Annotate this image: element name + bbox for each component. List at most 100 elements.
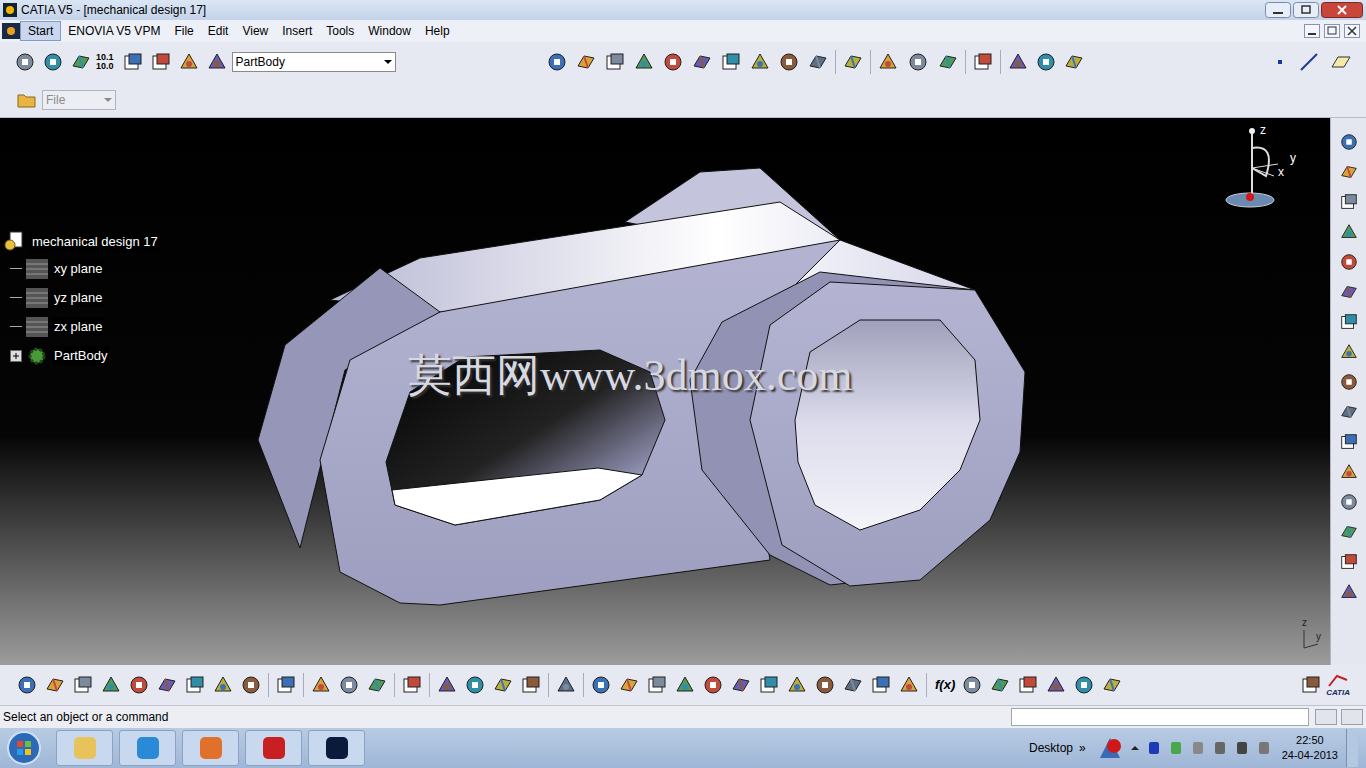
part-design-tool-icon[interactable] bbox=[1339, 522, 1359, 542]
standard-tool-icon[interactable] bbox=[44, 674, 66, 696]
menu-item[interactable]: File bbox=[167, 21, 200, 41]
part-feature-icon[interactable] bbox=[662, 51, 684, 73]
transform-icon[interactable] bbox=[972, 51, 994, 73]
tray-icon[interactable] bbox=[1146, 740, 1162, 756]
taskbar-app[interactable] bbox=[182, 730, 239, 766]
apply-material-icon[interactable] bbox=[555, 674, 577, 696]
tree-item[interactable]: PartBody bbox=[2, 341, 160, 370]
view-tool-icon[interactable] bbox=[674, 674, 696, 696]
menu-item[interactable]: Help bbox=[418, 21, 457, 41]
knowledge-tool-icon[interactable] bbox=[989, 674, 1011, 696]
update-icon[interactable] bbox=[275, 674, 297, 696]
taskbar-app[interactable] bbox=[245, 730, 302, 766]
view-tool-icon[interactable] bbox=[758, 674, 780, 696]
view-tool-icon[interactable] bbox=[898, 674, 920, 696]
units-icon[interactable]: 10.110.0 bbox=[96, 53, 114, 71]
tray-icon[interactable] bbox=[1234, 740, 1250, 756]
part-feature-icon[interactable] bbox=[575, 51, 597, 73]
standard-tool-icon[interactable] bbox=[184, 674, 206, 696]
render-icon[interactable] bbox=[492, 674, 514, 696]
view-tool-icon[interactable] bbox=[870, 674, 892, 696]
part-design-tool-icon[interactable] bbox=[1339, 222, 1359, 242]
status-button-icon[interactable] bbox=[1315, 709, 1337, 725]
pattern-icon[interactable] bbox=[907, 51, 929, 73]
part-design-tool-icon[interactable] bbox=[1339, 432, 1359, 452]
compass-icon[interactable] bbox=[1220, 124, 1306, 212]
analysis-icon[interactable] bbox=[1063, 51, 1085, 73]
clock[interactable]: 22:5024-04-2013 bbox=[1282, 733, 1338, 763]
standard-tool-icon[interactable] bbox=[100, 674, 122, 696]
maximize-icon[interactable] bbox=[1293, 2, 1319, 18]
part-design-tool-icon[interactable] bbox=[1339, 402, 1359, 422]
document-control-icon[interactable] bbox=[1324, 24, 1340, 38]
menu-item[interactable]: Start bbox=[20, 21, 61, 41]
view-tool-icon[interactable] bbox=[618, 674, 640, 696]
part-design-tool-icon[interactable] bbox=[1339, 342, 1359, 362]
view-tool-icon[interactable] bbox=[730, 674, 752, 696]
knowledge-tool-icon[interactable] bbox=[1017, 674, 1039, 696]
tray-icon[interactable] bbox=[1190, 740, 1206, 756]
start-orb-icon[interactable] bbox=[4, 729, 44, 767]
render-icon[interactable] bbox=[436, 674, 458, 696]
part-feature-icon[interactable] bbox=[691, 51, 713, 73]
standard-tool-icon[interactable] bbox=[156, 674, 178, 696]
view-tool-icon[interactable] bbox=[786, 674, 808, 696]
knowledge-tool-icon[interactable] bbox=[1073, 674, 1095, 696]
body-icon[interactable] bbox=[206, 51, 228, 73]
point-icon[interactable] bbox=[1272, 54, 1288, 70]
plane-icon[interactable] bbox=[1330, 51, 1352, 73]
view-tool-icon[interactable] bbox=[590, 674, 612, 696]
knowledge-tool-icon[interactable] bbox=[1101, 674, 1123, 696]
standard-tool-icon[interactable] bbox=[72, 674, 94, 696]
knowledge-tool-icon[interactable] bbox=[1045, 674, 1067, 696]
render-icon[interactable] bbox=[520, 674, 542, 696]
part-design-tool-icon[interactable] bbox=[1339, 252, 1359, 272]
tray-icon[interactable] bbox=[1168, 740, 1184, 756]
standard-tool-icon[interactable] bbox=[212, 674, 234, 696]
part-design-tool-icon[interactable] bbox=[1339, 192, 1359, 212]
action-center-icon[interactable] bbox=[1096, 734, 1124, 762]
expand-icon[interactable] bbox=[10, 350, 22, 362]
constraint-icon[interactable] bbox=[150, 51, 172, 73]
camera-icon[interactable] bbox=[401, 674, 423, 696]
menu-item[interactable]: View bbox=[235, 21, 275, 41]
document-control-icon[interactable] bbox=[1304, 24, 1320, 38]
view-tool-icon[interactable] bbox=[814, 674, 836, 696]
view-tool-icon[interactable] bbox=[702, 674, 724, 696]
part-feature-icon[interactable] bbox=[749, 51, 771, 73]
close-icon[interactable] bbox=[1321, 2, 1363, 18]
taskbar-app[interactable] bbox=[119, 730, 176, 766]
part-design-tool-icon[interactable] bbox=[1339, 552, 1359, 572]
part-feature-icon[interactable] bbox=[546, 51, 568, 73]
3d-viewport[interactable]: mechanical design 17xy planeyz planezx p… bbox=[0, 118, 1330, 665]
render-icon[interactable] bbox=[464, 674, 486, 696]
measure-icon[interactable] bbox=[310, 674, 332, 696]
layers-icon[interactable] bbox=[842, 51, 864, 73]
taskbar-app[interactable] bbox=[308, 730, 365, 766]
open-folder-icon[interactable] bbox=[16, 90, 38, 110]
knowledge-tool-icon[interactable] bbox=[961, 674, 983, 696]
command-input[interactable] bbox=[1011, 708, 1309, 726]
tree-root[interactable]: mechanical design 17 bbox=[2, 230, 160, 254]
part-design-tool-icon[interactable] bbox=[1339, 282, 1359, 302]
tree-item[interactable]: yz plane bbox=[2, 283, 160, 312]
line-icon[interactable] bbox=[1298, 51, 1320, 73]
pattern-icon[interactable] bbox=[877, 51, 899, 73]
view-tool-icon[interactable] bbox=[646, 674, 668, 696]
hand-icon[interactable] bbox=[42, 51, 64, 73]
taskbar-app[interactable] bbox=[56, 730, 113, 766]
analysis-icon[interactable] bbox=[1035, 51, 1057, 73]
catia-menu-icon[interactable] bbox=[2, 23, 20, 39]
show-desktop-button[interactable] bbox=[1346, 729, 1358, 767]
part-design-tool-icon[interactable] bbox=[1339, 162, 1359, 182]
formula-icon[interactable]: f(x) bbox=[933, 675, 957, 695]
compass[interactable]: zyx bbox=[1220, 124, 1306, 212]
part-design-tool-icon[interactable] bbox=[1339, 372, 1359, 392]
part-design-tool-icon[interactable] bbox=[1339, 132, 1359, 152]
part-feature-icon[interactable] bbox=[633, 51, 655, 73]
file-dropdown[interactable]: File bbox=[42, 90, 116, 110]
pattern-icon[interactable] bbox=[937, 51, 959, 73]
body-dropdown[interactable]: PartBody bbox=[232, 52, 396, 72]
standard-tool-icon[interactable] bbox=[128, 674, 150, 696]
list-icon[interactable] bbox=[178, 51, 200, 73]
